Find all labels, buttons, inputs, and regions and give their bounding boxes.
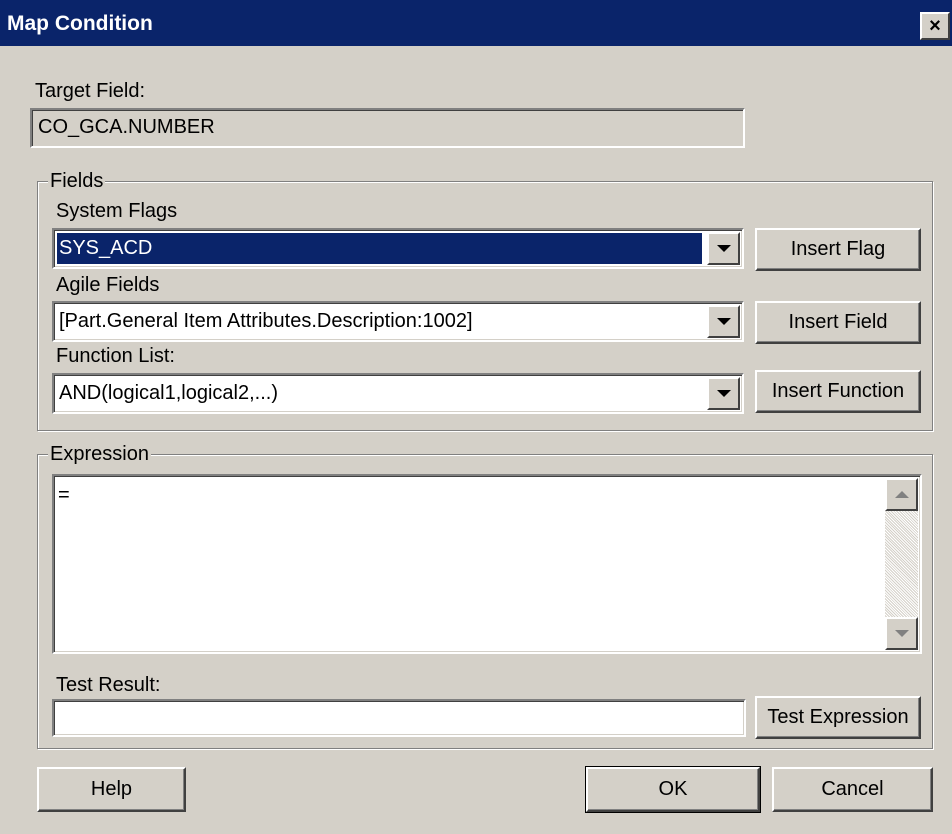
test-result-field[interactable]: [52, 699, 746, 737]
target-field-value: CO_GCA.NUMBER: [38, 116, 215, 138]
expression-textarea[interactable]: =: [52, 474, 922, 654]
agile-fields-selected: [Part.General Item Attributes.Descriptio…: [59, 310, 473, 332]
test-expression-button[interactable]: Test Expression: [755, 696, 921, 739]
function-list-selected: AND(logical1,logical2,...): [59, 382, 278, 404]
system-flags-dropdown[interactable]: SYS_ACD: [52, 228, 744, 269]
ok-button[interactable]: OK: [585, 766, 761, 813]
scroll-down-button[interactable]: [885, 617, 918, 650]
system-flags-dropdown-button[interactable]: [707, 232, 740, 265]
expression-text: =: [58, 484, 70, 506]
expression-group-title: Expression: [48, 443, 151, 466]
fields-group-title: Fields: [48, 170, 106, 193]
target-field-input: CO_GCA.NUMBER: [30, 108, 745, 148]
test-result-label: Test Result:: [56, 674, 161, 696]
title-bar: Map Condition ×: [0, 0, 952, 46]
target-field-label: Target Field:: [35, 80, 146, 102]
chevron-down-icon: [716, 390, 731, 397]
chevron-down-icon: [716, 318, 731, 325]
agile-fields-dropdown[interactable]: [Part.General Item Attributes.Descriptio…: [52, 301, 744, 342]
chevron-down-icon: [716, 245, 731, 252]
system-flags-selected: SYS_ACD: [57, 233, 702, 264]
agile-fields-dropdown-button[interactable]: [707, 305, 740, 338]
scroll-up-button[interactable]: [885, 478, 918, 511]
insert-field-button[interactable]: Insert Field: [755, 301, 921, 344]
function-list-dropdown-button[interactable]: [707, 377, 740, 410]
scroll-down-icon: [894, 630, 909, 637]
insert-flag-button[interactable]: Insert Flag: [755, 228, 921, 271]
expression-scrollbar[interactable]: [885, 478, 918, 650]
window-title: Map Condition: [7, 12, 153, 35]
agile-fields-label: Agile Fields: [56, 274, 160, 296]
close-button[interactable]: ×: [920, 12, 950, 40]
close-icon: ×: [929, 15, 941, 37]
scroll-up-icon: [894, 491, 909, 498]
insert-function-button[interactable]: Insert Function: [755, 370, 921, 413]
help-button[interactable]: Help: [37, 767, 186, 812]
function-list-label: Function List:: [56, 345, 175, 367]
function-list-dropdown[interactable]: AND(logical1,logical2,...): [52, 373, 744, 414]
cancel-button[interactable]: Cancel: [772, 767, 933, 812]
system-flags-label: System Flags: [56, 200, 178, 222]
